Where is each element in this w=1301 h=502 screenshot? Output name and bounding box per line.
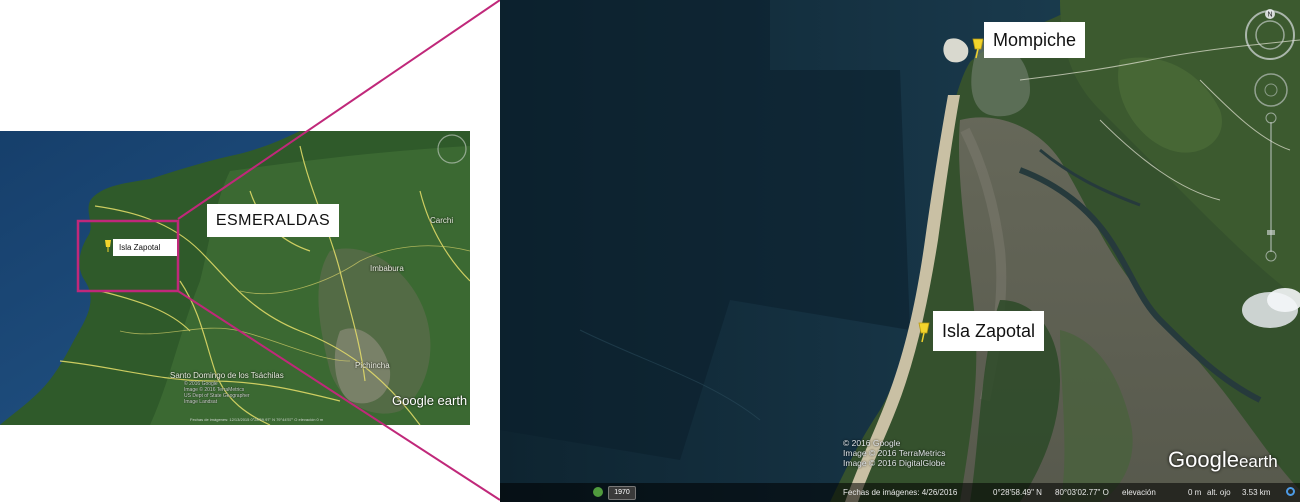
overview-statusbar: Fechas de imágenes: 12/13/2015 0°28'59.9… (190, 417, 324, 422)
place-label-imbabura: Imbabura (370, 264, 404, 273)
imagery-credits: © 2016 Google Image © 2016 TerraMetrics … (843, 438, 946, 468)
image-date: Fechas de imágenes: 4/26/2016 (843, 488, 958, 497)
historical-imagery-icon[interactable] (593, 487, 603, 497)
year-badge[interactable]: 1970 (608, 486, 636, 500)
zoom-slider[interactable] (1264, 112, 1278, 262)
svg-text:N: N (1267, 12, 1272, 19)
place-label-carchi: Carchi (430, 216, 454, 225)
eye-altitude-value: 3.53 km (1242, 488, 1271, 497)
streaming-status-icon (1286, 487, 1295, 496)
overview-credits: © 2016 Google Image © 2016 TerraMetrics … (184, 381, 250, 405)
status-bar: 1970 Fechas de imágenes: 4/26/2016 0°28'… (500, 483, 1300, 502)
latitude-readout: 0°28'58.49" N (993, 488, 1042, 497)
pin-label: Isla Zapotal (113, 239, 177, 256)
google-earth-logo: Googleearth (1168, 447, 1278, 472)
place-label-santo-domingo: Santo Domingo de los Tsáchilas (170, 371, 284, 380)
zapotal-label: Isla Zapotal (933, 311, 1045, 351)
compass-icon[interactable]: N (1243, 8, 1297, 62)
overview-brand-logo: Google earth (392, 393, 468, 408)
place-label-pichincha: Pichincha (355, 361, 390, 370)
elevation-value: 0 m (1188, 488, 1202, 497)
look-joystick-icon[interactable] (1253, 72, 1289, 108)
detail-terrain (500, 0, 1300, 502)
mompiche-label: Mompiche (984, 22, 1086, 58)
longitude-readout: 80°03'02.77" O (1055, 488, 1109, 497)
eye-altitude-label: alt. ojo (1207, 488, 1231, 497)
zapotal-pin-icon[interactable] (916, 322, 932, 344)
overview-map[interactable]: ESMERALDAS Isla Zapotal Carchi Imbabura … (0, 131, 470, 425)
region-label: ESMERALDAS (207, 204, 339, 237)
elevation-label: elevación (1122, 488, 1156, 497)
detail-map[interactable]: Mompiche Isla Zapotal N © 2016 Google Im… (500, 0, 1300, 502)
